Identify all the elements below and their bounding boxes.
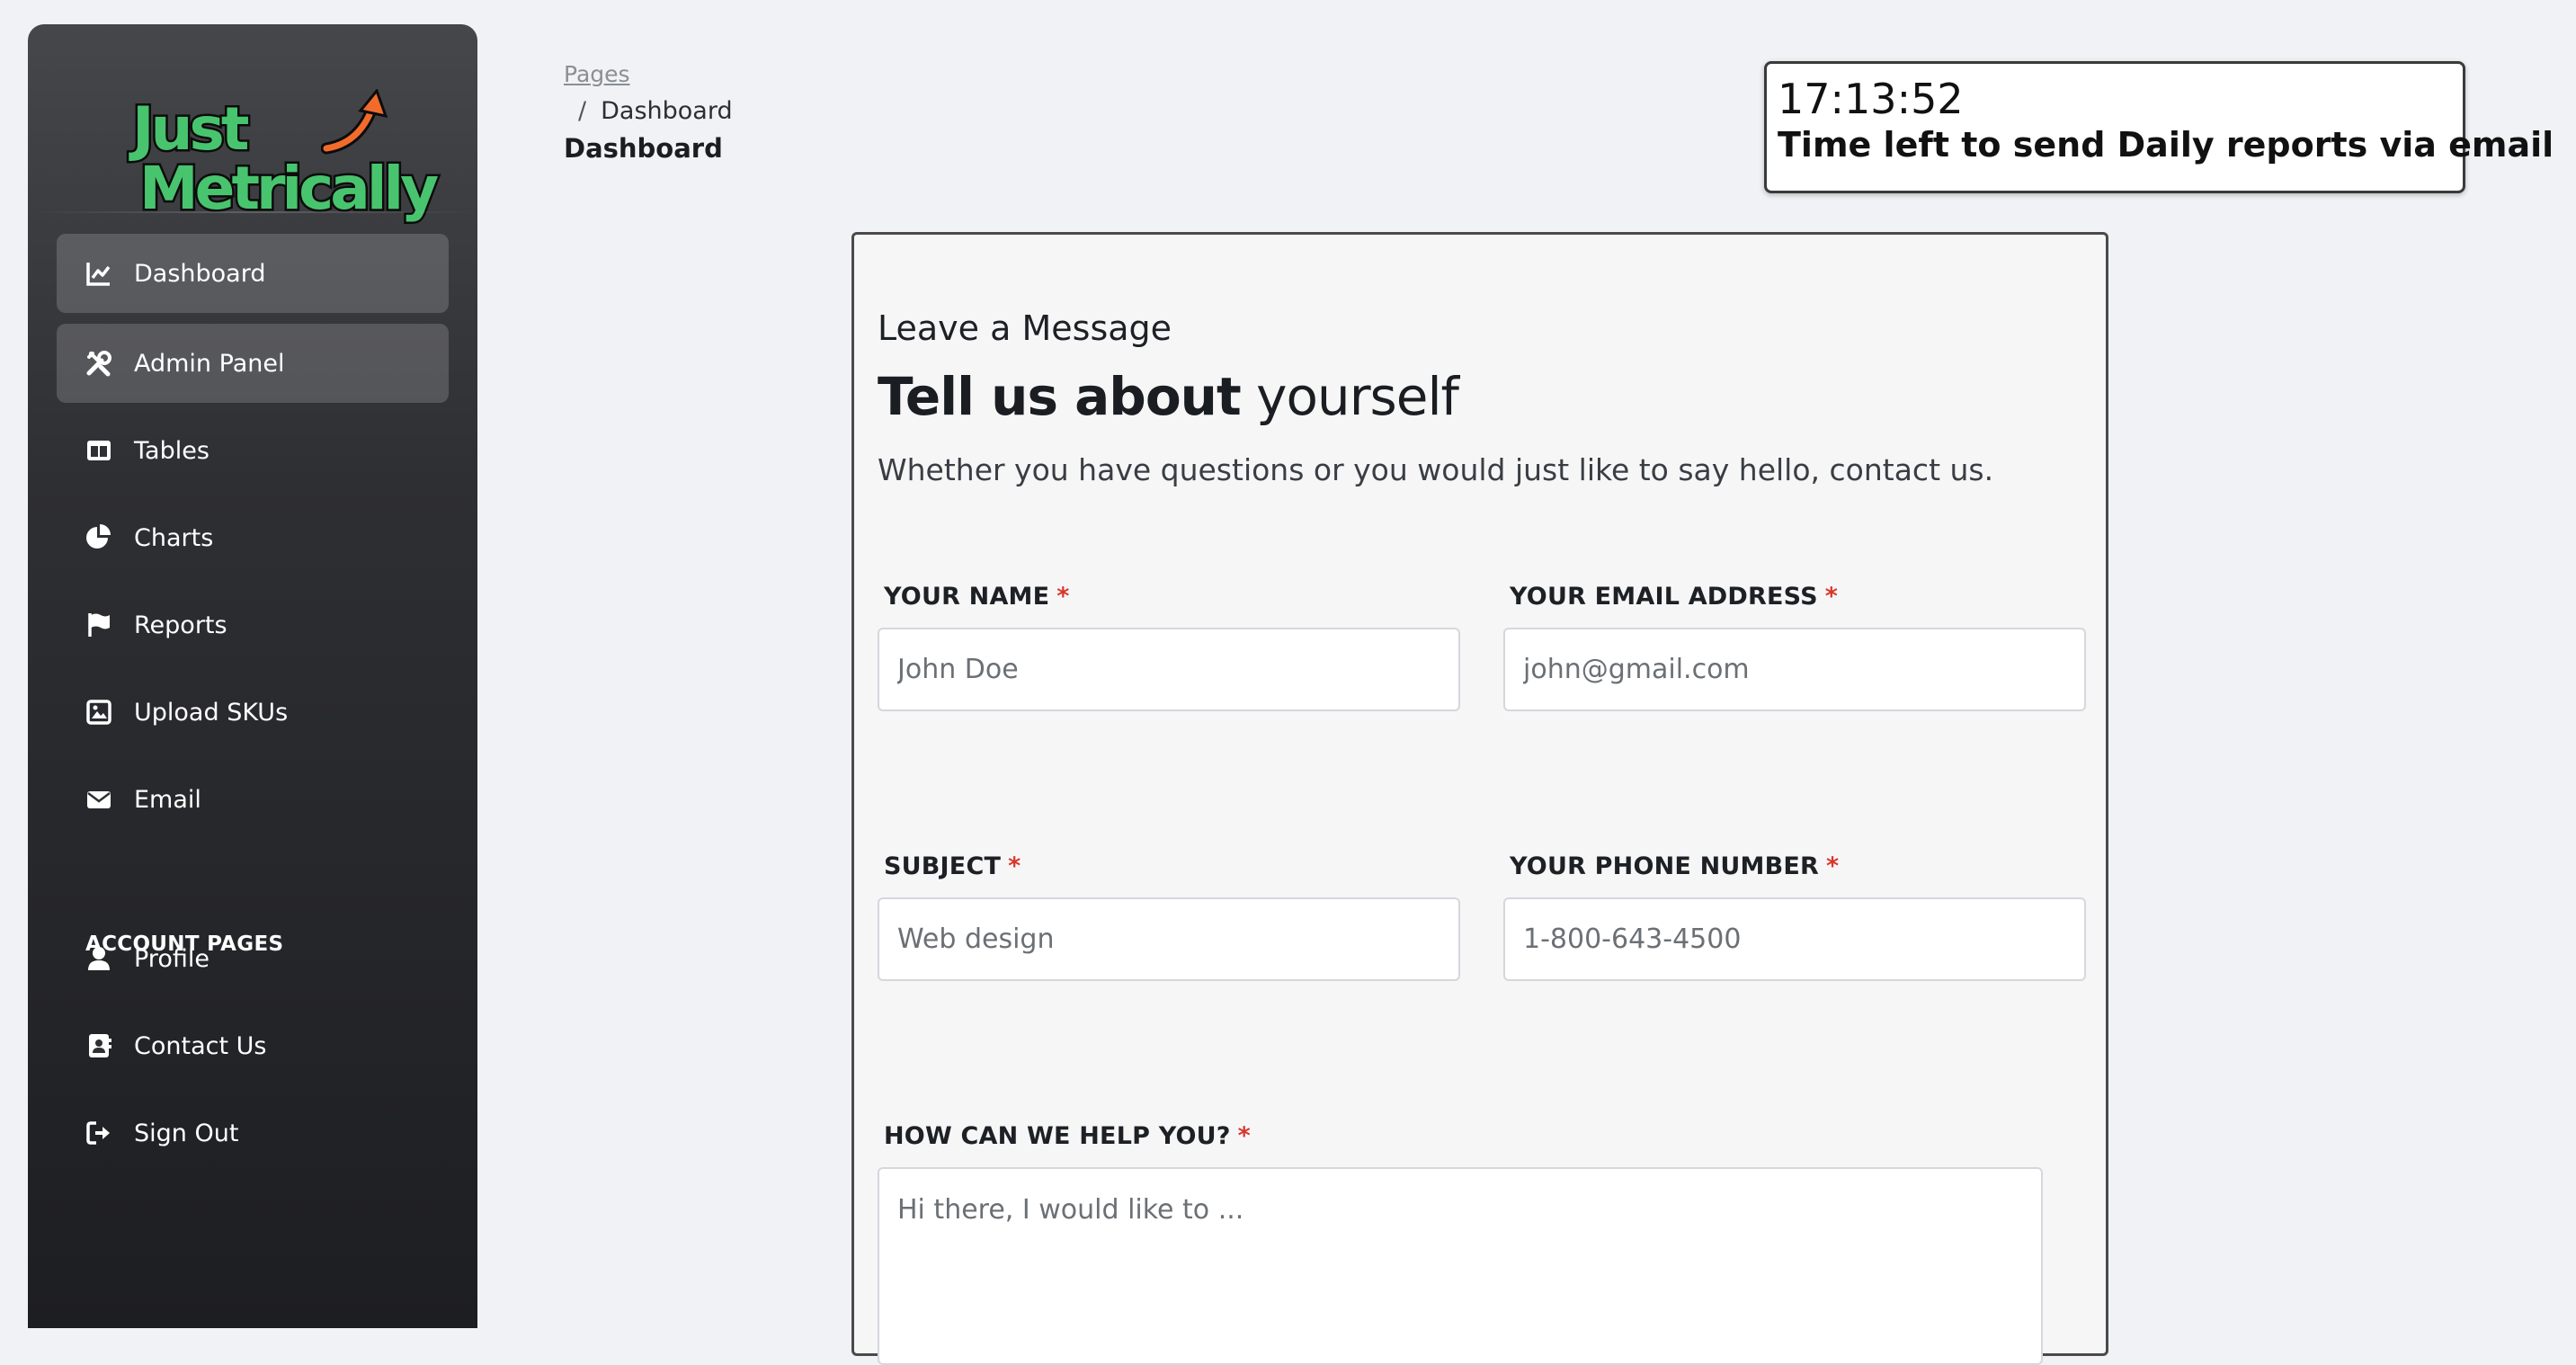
growth-arrow-icon [321,89,388,155]
form-lead-text: Whether you have questions or you would … [878,452,1994,487]
sidebar-divider [28,211,477,213]
brand-logo[interactable]: Just Metrically [107,60,441,220]
sidebar-item-tables[interactable]: Tables [57,411,449,490]
countdown-label: Time left to send Daily reports via emai… [1778,125,2554,165]
report-countdown-box: 17:13:52 Time left to send Daily reports… [1764,61,2554,193]
required-mark: * [1008,852,1021,880]
message-textarea[interactable] [878,1167,2043,1365]
pie-chart-icon [84,522,114,553]
sidebar-item-label: Profile [134,944,209,973]
logo-text-line1: Just [129,94,251,164]
countdown-time: 17:13:52 [1778,75,1964,123]
sidebar-item-label: Tables [134,436,209,465]
sidebar-item-upload-skus[interactable]: Upload SKUs [57,673,449,752]
user-icon [84,943,114,974]
message-label: HOW CAN WE HELP YOU? * [884,1122,1251,1150]
sidebar-item-email[interactable]: Email [57,760,449,839]
sidebar: Just Metrically Dashboard Admin Panel Ta… [28,24,477,1328]
logo-text-line2: Metrically [137,154,441,223]
table-icon [84,435,114,466]
contact-form-card: Leave a Message Tell us about yourself W… [851,232,2108,1365]
required-mark: * [1824,583,1839,611]
sidebar-item-label: Admin Panel [134,349,285,378]
subject-input[interactable] [878,897,1460,981]
name-input[interactable] [878,628,1460,711]
subject-label: SUBJECT * [884,852,1021,880]
form-headline: Tell us about yourself [878,366,1459,427]
sidebar-item-label: Dashboard [134,259,266,288]
email-input[interactable] [1503,628,2086,711]
sidebar-item-reports[interactable]: Reports [57,585,449,665]
phone-input[interactable] [1503,897,2086,981]
required-mark: * [1826,852,1840,880]
sidebar-item-sign-out[interactable]: Sign Out [57,1093,449,1173]
email-label: YOUR EMAIL ADDRESS * [1510,583,1839,611]
sign-out-icon [84,1118,114,1148]
address-book-icon [84,1030,114,1061]
image-icon [84,697,114,727]
breadcrumb-pages-link[interactable]: Pages [564,61,630,87]
required-mark: * [1056,583,1070,611]
sidebar-item-admin-panel[interactable]: Admin Panel [57,324,449,403]
breadcrumb: / Dashboard [578,97,733,125]
sidebar-item-profile[interactable]: Profile [57,919,449,998]
sidebar-item-charts[interactable]: Charts [57,498,449,577]
headline-bold: Tell us about [878,366,1242,427]
name-label: YOUR NAME * [884,583,1070,611]
required-mark: * [1237,1122,1251,1150]
breadcrumb-separator: / [578,97,587,125]
sidebar-item-label: Contact Us [134,1031,267,1060]
sidebar-item-label: Reports [134,611,227,639]
breadcrumb-current: Dashboard [601,97,733,125]
sidebar-item-dashboard[interactable]: Dashboard [57,234,449,313]
sidebar-item-label: Sign Out [134,1119,239,1147]
chart-line-icon [84,258,114,289]
sidebar-item-label: Email [134,785,201,814]
sidebar-item-label: Charts [134,523,214,552]
sidebar-item-contact-us[interactable]: Contact Us [57,1006,449,1085]
page-title: Dashboard [564,133,723,164]
tools-icon [84,348,114,379]
flag-icon [84,610,114,640]
envelope-icon [84,784,114,815]
phone-label: YOUR PHONE NUMBER * [1510,852,1840,880]
headline-light: yourself [1256,366,1459,427]
form-kicker: Leave a Message [878,308,1172,348]
sidebar-item-label: Upload SKUs [134,698,289,727]
